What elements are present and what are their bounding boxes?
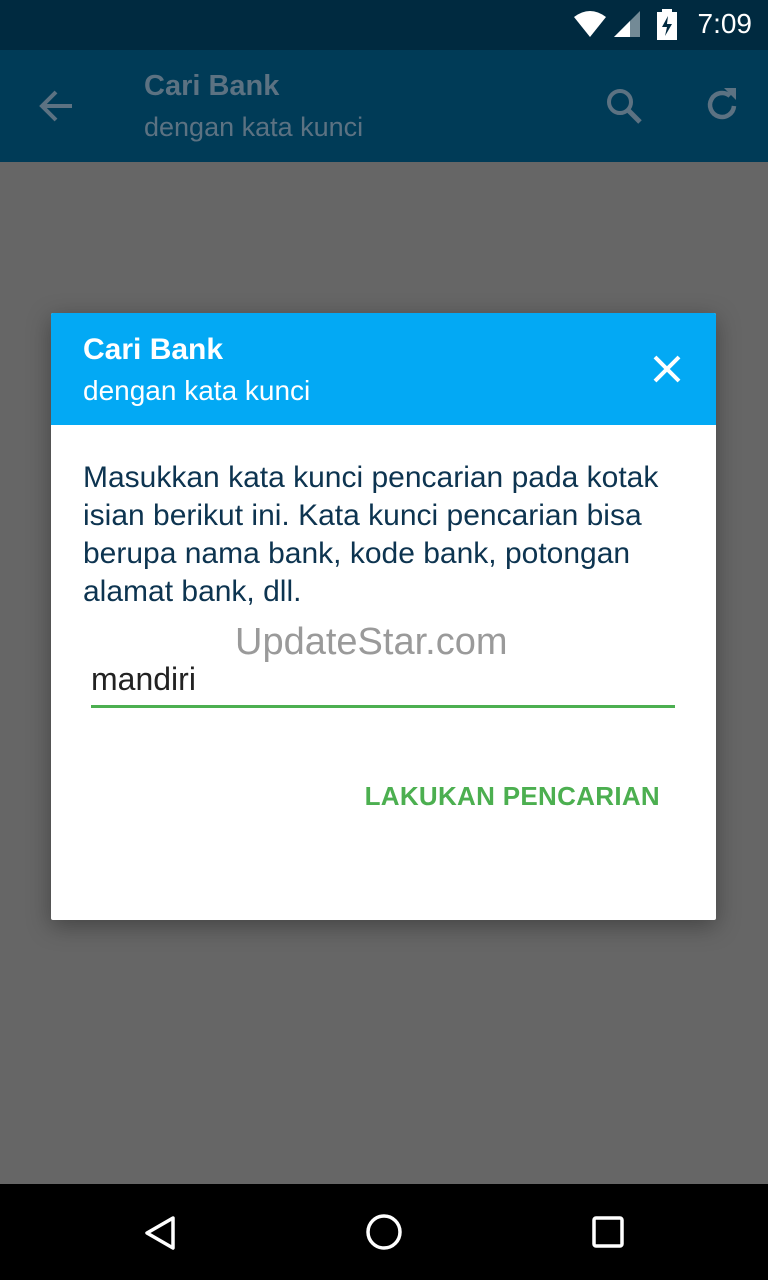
dialog-header: Cari Bank dengan kata kunci (51, 313, 716, 425)
status-icons (568, 9, 678, 41)
status-time: 7:09 (697, 8, 753, 39)
dialog-description: Masukkan kata kunci pencarian pada kotak… (83, 461, 659, 608)
signal-icon (614, 11, 640, 37)
back-arrow-icon[interactable] (36, 86, 76, 126)
refresh-icon[interactable] (700, 84, 744, 128)
battery-charging-icon (657, 9, 677, 40)
wifi-icon (574, 11, 606, 37)
close-icon[interactable] (649, 351, 685, 387)
dialog-subtitle: dengan kata kunci (83, 375, 311, 406)
recents-square-icon[interactable] (591, 1215, 625, 1249)
home-circle-icon[interactable] (364, 1212, 404, 1252)
search-input[interactable] (91, 653, 675, 708)
app-bar-subtitle: dengan kata kunci (144, 112, 364, 142)
app-bar: Cari Bank dengan kata kunci (0, 50, 768, 162)
app-bar-title: Cari Bank (144, 70, 280, 102)
search-dialog: Cari Bank dengan kata kunci Masukkan kat… (51, 313, 716, 920)
search-icon[interactable] (602, 84, 646, 128)
status-bar: 7:09 (0, 0, 768, 50)
back-triangle-icon[interactable] (141, 1214, 179, 1252)
dialog-title: Cari Bank (83, 333, 224, 366)
search-action-button[interactable]: LAKUKAN PENCARIAN (365, 781, 660, 812)
navigation-bar (0, 1184, 768, 1280)
